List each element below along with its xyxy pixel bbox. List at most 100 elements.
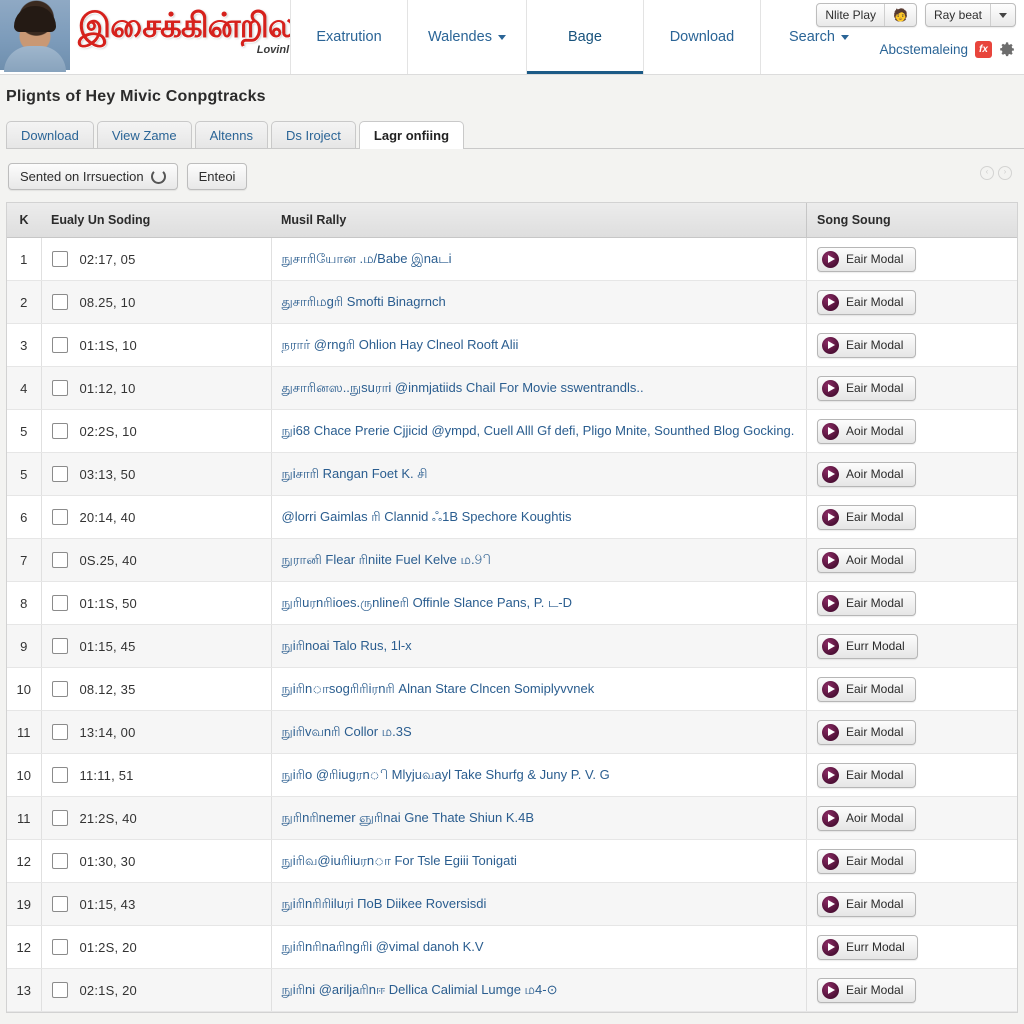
table-row[interactable]: 13 02:1S, 20 நுiரிni @ariljaரிnஈ Dellica C…: [7, 968, 1017, 1012]
song-title-link[interactable]: நுiசாரி Rangan Foet K. சி: [282, 466, 428, 481]
row-select-checkbox[interactable]: [51, 810, 68, 827]
table-row[interactable]: 11 21:2S, 40 நுரிnரிnemer ஞுரிnai Gne That…: [7, 796, 1017, 840]
play-modal-button[interactable]: Eair Modal: [817, 719, 917, 745]
play-modal-button[interactable]: Eair Modal: [817, 332, 917, 358]
play-modal-button[interactable]: Eair Modal: [817, 848, 917, 874]
play-modal-button[interactable]: Aoir Modal: [817, 805, 917, 831]
next-circle-icon[interactable]: ›: [998, 166, 1012, 180]
brand-logo[interactable]: இசைக்கின்றில Lovinl: [0, 0, 290, 74]
tab-altenns[interactable]: Altenns: [194, 121, 268, 148]
song-title-link[interactable]: துசாரிமgரி Smofti Binagrnch: [282, 294, 446, 309]
tab-download[interactable]: Download: [6, 121, 94, 148]
table-row[interactable]: 2 08.25, 10 துசாரிமgரி Smofti Binagrnch Eai…: [7, 280, 1017, 324]
tab-ds-iroject[interactable]: Ds Iroject: [271, 121, 356, 148]
play-icon: [822, 551, 839, 569]
column-header-action[interactable]: Song Soung: [806, 203, 1017, 238]
song-title-link[interactable]: நுiரிnரிரிiluரi ПoB Diikee Roversisdi: [282, 896, 487, 911]
play-modal-button[interactable]: Eair Modal: [817, 246, 917, 272]
account-link[interactable]: Abcstemaleing: [879, 42, 968, 57]
nav-item-walendes[interactable]: Walendes: [407, 0, 526, 74]
table-row[interactable]: 11 13:14, 00 நுiரிvவnரி Collor ம.3S Eair Mo…: [7, 710, 1017, 754]
nav-item-exatrution[interactable]: Exatrution: [290, 0, 407, 74]
play-modal-button[interactable]: Eair Modal: [817, 504, 917, 530]
prev-circle-icon[interactable]: ‹: [980, 166, 994, 180]
table-row[interactable]: 1 02:17, 05 நுசாரியோன .ம/Babe இnaடi Eair Mo…: [7, 237, 1017, 281]
song-title-link[interactable]: நுiரிni @ariljaரிnஈ Dellica Calimial Lum…: [282, 982, 558, 997]
tab-view-zame[interactable]: View Zame: [96, 121, 192, 148]
play-modal-button[interactable]: Eair Modal: [817, 375, 917, 401]
song-title-link[interactable]: நுiரிnாsogரிரிiரnரி Alnan Stare Clncen S…: [282, 681, 595, 696]
row-select-checkbox[interactable]: [51, 552, 68, 569]
row-select-checkbox[interactable]: [51, 724, 68, 741]
play-modal-button[interactable]: Eurr Modal: [817, 633, 918, 659]
play-modal-button[interactable]: Eair Modal: [817, 289, 917, 315]
play-modal-button[interactable]: Aoir Modal: [817, 418, 917, 444]
nav-item-bage[interactable]: Bage: [525, 0, 643, 74]
song-title-link[interactable]: நுiரிnரிnaரிngரிi @vimal danoh K.V: [282, 939, 484, 954]
row-select-checkbox[interactable]: [51, 595, 68, 612]
tab-lagr-onfiing[interactable]: Lagr onfiing: [358, 121, 465, 149]
play-modal-button[interactable]: Aoir Modal: [817, 547, 917, 573]
fx-badge-icon[interactable]: fx: [975, 41, 992, 58]
row-select-checkbox[interactable]: [51, 251, 68, 268]
row-select-checkbox[interactable]: [51, 423, 68, 440]
row-select-checkbox[interactable]: [51, 294, 68, 311]
table-row[interactable]: 9 01:15, 45 நுiரிnoai Talo Rus, 1l-x Eurr M…: [7, 624, 1017, 668]
table-row[interactable]: 7 0S.25, 40 நுரானி Flear ரிniite Fuel Kelv…: [7, 538, 1017, 582]
row-select-checkbox[interactable]: [51, 337, 68, 354]
column-header-time[interactable]: Eualy Un Soding: [41, 203, 271, 238]
song-title-link[interactable]: நுiரிnoai Talo Rus, 1l-x: [282, 638, 412, 653]
play-modal-button[interactable]: Aoir Modal: [817, 461, 917, 487]
row-select-checkbox[interactable]: [51, 853, 68, 870]
gear-icon[interactable]: [999, 41, 1016, 58]
column-header-title[interactable]: Musil Rally: [271, 203, 807, 238]
row-select-checkbox[interactable]: [51, 509, 68, 526]
play-modal-button[interactable]: Eair Modal: [817, 590, 917, 616]
song-title-link[interactable]: @lorri Gaimlas ரி Clannid ஃ1B Spechore K…: [282, 509, 572, 524]
play-modal-button[interactable]: Eurr Modal: [817, 934, 918, 960]
ray-beat-button-group[interactable]: Ray beat: [924, 3, 1016, 27]
table-row[interactable]: 8 01:1S, 50 நுரிuரnரிioes.ருnlineரி Offinl…: [7, 581, 1017, 625]
play-modal-button[interactable]: Eair Modal: [817, 891, 917, 917]
song-title-link[interactable]: நரார் @rngரி Ohlion Hay Clneol Rooft Ali…: [282, 337, 519, 352]
column-header-num[interactable]: K: [7, 203, 41, 238]
table-row[interactable]: 12 01:30, 30 நுiரிவ@iuரிiuரnா For Tsle Egi…: [7, 839, 1017, 883]
song-title-link[interactable]: நுiரிவ@iuரிiuரnா For Tsle Egiii Tonigati: [282, 853, 517, 868]
table-row[interactable]: 10 11:11, 51 நுiரிo @ரிiugரnி Mlyjuவayl Ta…: [7, 753, 1017, 797]
play-modal-button[interactable]: Eair Modal: [817, 762, 917, 788]
row-select-checkbox[interactable]: [51, 896, 68, 913]
row-select-checkbox[interactable]: [51, 380, 68, 397]
ray-beat-button[interactable]: Ray beat: [926, 4, 990, 26]
song-title-link[interactable]: நுசாரியோன .ம/Babe இnaடi: [282, 251, 452, 266]
table-row[interactable]: 10 08.12, 35 நுiரிnாsogரிரிiரnரி Alnan Sta…: [7, 667, 1017, 711]
user-avatar-icon[interactable]: 🧑: [884, 4, 916, 26]
enter-button[interactable]: Enteoi: [186, 163, 248, 190]
table-row[interactable]: 12 01:2S, 20 நுiரிnரிnaரிngரிi @vimal dano…: [7, 925, 1017, 969]
ray-beat-dropdown-toggle[interactable]: [990, 4, 1015, 26]
table-row[interactable]: 4 01:12, 10 துசாரினஸ..நுsuராi @inmjatiids …: [7, 366, 1017, 410]
table-row[interactable]: 5 02:2S, 10 நுi68 Chace Prerie Cjjicid @ym…: [7, 409, 1017, 453]
play-modal-button[interactable]: Eair Modal: [817, 977, 917, 1003]
table-row[interactable]: 19 01:15, 43 நுiரிnரிரிiluரi ПoB Diikee Ro…: [7, 882, 1017, 926]
nav-item-download[interactable]: Download: [642, 0, 760, 74]
row-select-checkbox[interactable]: [51, 466, 68, 483]
table-row[interactable]: 3 01:1S, 10 நரார் @rngரி Ohlion Hay Clneol…: [7, 323, 1017, 367]
row-select-checkbox[interactable]: [51, 638, 68, 655]
row-select-checkbox[interactable]: [51, 681, 68, 698]
sort-selection-button[interactable]: Sented on Irrsuection: [8, 163, 178, 190]
nlite-play-button-group[interactable]: Nlite Play 🧑: [816, 3, 917, 27]
table-row[interactable]: 6 20:14, 40 @lorri Gaimlas ரி Clannid ஃ1B …: [7, 495, 1017, 539]
row-select-checkbox[interactable]: [51, 767, 68, 784]
row-select-checkbox[interactable]: [51, 939, 68, 956]
song-title-link[interactable]: நுரிnரிnemer ஞுரிnai Gne Thate Shiun K.4…: [282, 810, 535, 825]
song-title-link[interactable]: துசாரினஸ..நுsuராi @inmjatiids Chail For …: [282, 380, 644, 395]
song-title-link[interactable]: நுiரிo @ரிiugரnி Mlyjuவayl Take Shurfg &…: [282, 767, 610, 782]
nlite-play-button[interactable]: Nlite Play: [817, 4, 884, 26]
song-title-link[interactable]: நுரானி Flear ரிniite Fuel Kelve ம.9ி: [282, 552, 491, 567]
song-title-link[interactable]: நுiரிvவnரி Collor ம.3S: [282, 724, 412, 739]
play-modal-button[interactable]: Eair Modal: [817, 676, 917, 702]
table-row[interactable]: 5 03:13, 50 நுiசாரி Rangan Foet K. சி Aoir …: [7, 452, 1017, 496]
song-title-link[interactable]: நுi68 Chace Prerie Cjjicid @ympd, Cuell …: [282, 423, 795, 438]
row-select-checkbox[interactable]: [51, 982, 68, 999]
song-title-link[interactable]: நுரிuரnரிioes.ருnlineரி Offinle Slance P…: [282, 595, 573, 610]
